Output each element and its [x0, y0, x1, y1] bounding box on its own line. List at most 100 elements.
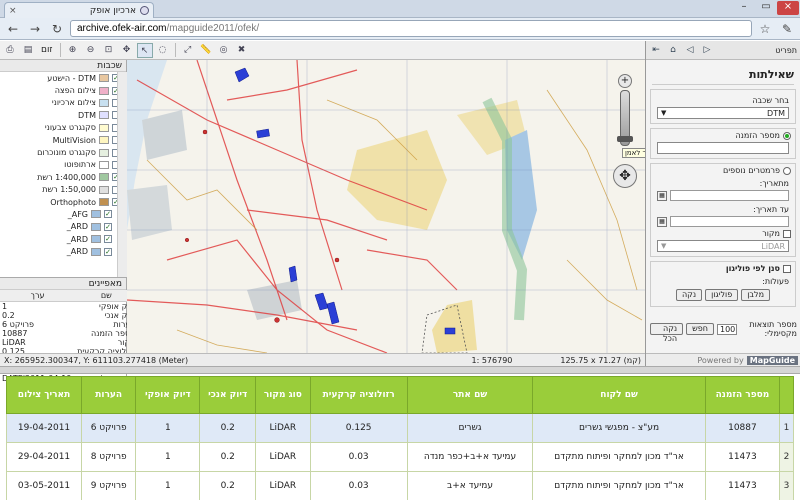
- zoom-in-icon[interactable]: ⊕: [65, 43, 81, 58]
- table-row[interactable]: 3 11473 אר"ד מכון למחקר ופיתוח מתקדם עמיעד …: [6, 471, 794, 500]
- source-row[interactable]: מקור: [651, 229, 795, 238]
- task-menu[interactable]: תפריט: [775, 46, 797, 55]
- calendar-icon[interactable]: ▦: [657, 190, 667, 201]
- cell-date: 19-04-2011: [6, 413, 83, 443]
- zoom-rect-icon[interactable]: ⊡: [101, 43, 117, 58]
- map-canvas[interactable]: [127, 60, 645, 353]
- extent-icon[interactable]: ⤢: [180, 43, 196, 58]
- maximize-icon[interactable]: ▭: [755, 1, 777, 15]
- table-row[interactable]: 2 11473 אר"ד מכון למחקר ופיתוח מתקדם עמיעד …: [6, 442, 794, 472]
- cell-res: 0.125: [309, 413, 408, 443]
- layer-swatch-icon: [99, 160, 109, 169]
- column-header[interactable]: סוג מקור: [255, 376, 311, 414]
- polygon-checkbox[interactable]: [783, 264, 791, 273]
- layer-item[interactable]: ✓ ARD_: [0, 221, 126, 233]
- max-results-input[interactable]: 100: [717, 323, 737, 335]
- property-row: 10887 מספר הזמנה: [0, 329, 138, 338]
- panel-splitter[interactable]: [0, 366, 800, 374]
- zoom-slider-handle[interactable]: [617, 136, 633, 142]
- layer-item[interactable]: ✓ DTM - הישטע: [0, 72, 126, 84]
- column-header[interactable]: שם אתר: [406, 376, 534, 414]
- layer-swatch-icon: [99, 198, 109, 207]
- print-icon[interactable]: ⎙: [2, 43, 18, 58]
- clear-all-button[interactable]: נקה הכל: [650, 323, 684, 343]
- zoom-out-icon[interactable]: ⊖: [83, 43, 99, 58]
- pan-arrows-icon[interactable]: ✥: [613, 164, 637, 188]
- polygon-button[interactable]: פוליגון: [705, 289, 739, 301]
- layer-checkbox[interactable]: ✓: [104, 210, 112, 219]
- table-row[interactable]: 1 10887 מע"צ - מפגשי גשרים גשרים 0.125 LiDAR 0…: [6, 413, 794, 443]
- layer-item[interactable]: MultiVision: [0, 134, 126, 146]
- source-checkbox[interactable]: [783, 229, 791, 238]
- map-view[interactable]: + אזור לאמן ✥: [127, 60, 645, 353]
- column-header[interactable]: שם לקוח: [532, 376, 706, 414]
- layer-item[interactable]: ✓ 1:400,000 רשת: [0, 171, 126, 183]
- zoom-label[interactable]: זום: [38, 45, 56, 55]
- actions-label: פעולות:: [762, 277, 789, 286]
- close-window-icon[interactable]: ×: [777, 1, 799, 15]
- forward-icon[interactable]: →: [26, 20, 44, 38]
- layer-checkbox[interactable]: ✓: [104, 235, 112, 244]
- cell-v: 0.2: [199, 471, 257, 500]
- clear-selection-icon[interactable]: ✖: [234, 43, 250, 58]
- column-header[interactable]: דיוק אופקי: [135, 376, 201, 414]
- layer-select[interactable]: ▼ DTM: [657, 107, 789, 119]
- pan-icon[interactable]: ✥: [119, 43, 135, 58]
- layer-checkbox[interactable]: ✓: [104, 222, 112, 231]
- layer-item[interactable]: ✓ ARD_: [0, 245, 126, 257]
- layer-item[interactable]: ✓ Orthophoto: [0, 196, 126, 208]
- layer-item[interactable]: סקנגרט מונוכרום: [0, 146, 126, 158]
- column-header[interactable]: הערות: [81, 376, 137, 414]
- clear-button[interactable]: נקה: [675, 289, 703, 301]
- browser-tab[interactable]: × ארכיון אופק: [4, 2, 154, 18]
- layer-label: DTM: [78, 110, 96, 120]
- layers-scrollbar[interactable]: [117, 72, 127, 277]
- search-button[interactable]: חפש: [686, 323, 714, 335]
- back-task-icon[interactable]: ◁: [683, 44, 697, 57]
- column-header[interactable]: [779, 376, 794, 414]
- legend-icon[interactable]: ▤: [20, 43, 36, 58]
- order-number-input[interactable]: [657, 142, 789, 154]
- layer-item[interactable]: DTM: [0, 109, 126, 121]
- layer-item[interactable]: 1:50,000 רשת: [0, 184, 126, 196]
- column-header[interactable]: רזולוציה קרקעית: [309, 376, 408, 414]
- params-radio[interactable]: [783, 166, 791, 175]
- measure-icon[interactable]: 📏: [198, 43, 214, 58]
- params-radio-row[interactable]: פרמטרים נוספים: [651, 166, 795, 175]
- calendar-icon[interactable]: ▦: [657, 216, 667, 227]
- layer-item[interactable]: ארתופוטו: [0, 159, 126, 171]
- minimize-icon[interactable]: –: [733, 1, 755, 15]
- rect-button[interactable]: מלבן: [741, 289, 771, 301]
- column-header[interactable]: מספר הזמנה: [704, 376, 781, 414]
- layer-item[interactable]: ✓ AFG_: [0, 208, 126, 220]
- layer-item[interactable]: צילום ארכיוני: [0, 97, 126, 109]
- layer-item[interactable]: סקנגרט צבעוני: [0, 122, 126, 134]
- bookmark-star-icon[interactable]: ☆: [756, 20, 774, 38]
- reload-icon[interactable]: ↻: [48, 20, 66, 38]
- order-radio-row[interactable]: מספר הזמנה: [651, 131, 795, 140]
- date-to-input[interactable]: [670, 216, 789, 227]
- collapse-icon[interactable]: ⇤: [649, 44, 663, 57]
- close-tab-icon[interactable]: ×: [9, 6, 17, 16]
- polygon-row[interactable]: סנן לפי פוליגון: [651, 264, 795, 273]
- settings-wrench-icon[interactable]: ✎: [778, 20, 796, 38]
- home-icon[interactable]: ⌂: [666, 44, 680, 57]
- date-to-label: עד תאריך:: [753, 205, 789, 214]
- back-icon[interactable]: ←: [4, 20, 22, 38]
- buffer-icon[interactable]: ◎: [216, 43, 232, 58]
- order-radio[interactable]: [783, 131, 791, 140]
- layer-item[interactable]: ✓ צילום הפצה: [0, 84, 126, 96]
- date-from-input[interactable]: [670, 190, 789, 201]
- layer-checkbox[interactable]: ✓: [104, 247, 112, 256]
- column-header[interactable]: דיוק אנכי: [199, 376, 257, 414]
- forward-task-icon[interactable]: ▷: [700, 44, 714, 57]
- layer-swatch-icon: [99, 74, 109, 83]
- source-select[interactable]: ▼ LiDAR: [657, 240, 789, 252]
- select-radius-icon[interactable]: ◌: [155, 43, 171, 58]
- select-icon[interactable]: ↖: [136, 42, 153, 58]
- layer-item[interactable]: ✓ ARD_: [0, 233, 126, 245]
- zoom-slider-control[interactable]: + אזור לאמן ✥: [612, 74, 645, 194]
- url-input[interactable]: archive.ofek-air.com/mapguide2011/ofek/: [70, 20, 752, 37]
- column-header[interactable]: תאריך צילום: [6, 376, 83, 414]
- zoom-in-plus-icon[interactable]: +: [618, 74, 632, 88]
